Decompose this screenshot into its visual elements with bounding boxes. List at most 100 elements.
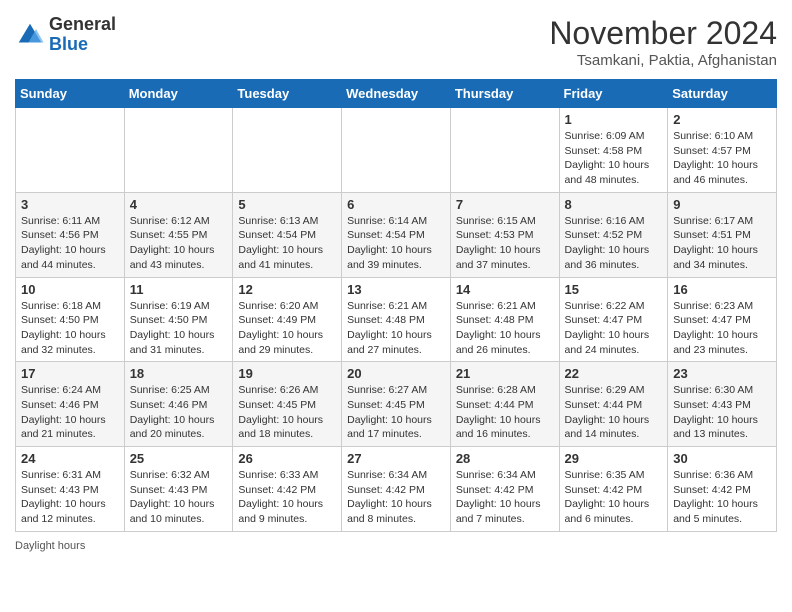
day-info: Sunrise: 6:24 AMSunset: 4:46 PMDaylight:… xyxy=(21,383,119,442)
day-info: Sunrise: 6:13 AMSunset: 4:54 PMDaylight:… xyxy=(238,214,336,273)
calendar-cell: 29 Sunrise: 6:35 AMSunset: 4:42 PMDayligh… xyxy=(559,447,668,532)
day-number: 6 xyxy=(347,197,445,212)
day-info: Sunrise: 6:30 AMSunset: 4:43 PMDaylight:… xyxy=(673,383,771,442)
day-info: Sunrise: 6:34 AMSunset: 4:42 PMDaylight:… xyxy=(456,468,554,527)
calendar-cell: 12 Sunrise: 6:20 AMSunset: 4:49 PMDayligh… xyxy=(233,277,342,362)
day-number: 12 xyxy=(238,282,336,297)
calendar-cell: 23 Sunrise: 6:30 AMSunset: 4:43 PMDayligh… xyxy=(668,362,777,447)
day-number: 27 xyxy=(347,451,445,466)
day-number: 21 xyxy=(456,366,554,381)
calendar-cell: 20 Sunrise: 6:27 AMSunset: 4:45 PMDayligh… xyxy=(342,362,451,447)
day-info: Sunrise: 6:22 AMSunset: 4:47 PMDaylight:… xyxy=(565,299,663,358)
calendar-body: 1 Sunrise: 6:09 AMSunset: 4:58 PMDaylight… xyxy=(16,108,777,532)
day-info: Sunrise: 6:10 AMSunset: 4:57 PMDaylight:… xyxy=(673,129,771,188)
calendar-cell xyxy=(233,108,342,193)
day-info: Sunrise: 6:25 AMSunset: 4:46 PMDaylight:… xyxy=(130,383,228,442)
calendar-week-3: 10 Sunrise: 6:18 AMSunset: 4:50 PMDayligh… xyxy=(16,277,777,362)
day-number: 30 xyxy=(673,451,771,466)
day-number: 10 xyxy=(21,282,119,297)
title-area: November 2024 Tsamkani, Paktia, Afghanis… xyxy=(549,15,777,69)
day-number: 16 xyxy=(673,282,771,297)
calendar-cell: 21 Sunrise: 6:28 AMSunset: 4:44 PMDayligh… xyxy=(450,362,559,447)
calendar-cell: 19Sunrise: 6:26 AMSunset: 4:45 PMDayligh… xyxy=(233,362,342,447)
calendar-cell xyxy=(124,108,233,193)
logo-general: General xyxy=(49,14,116,34)
col-header-sunday: Sunday xyxy=(16,80,125,108)
col-header-friday: Friday xyxy=(559,80,668,108)
day-number: 1 xyxy=(565,112,663,127)
day-info: Sunrise: 6:09 AMSunset: 4:58 PMDaylight:… xyxy=(565,129,663,188)
day-number: 5 xyxy=(238,197,336,212)
calendar-cell: 4 Sunrise: 6:12 AMSunset: 4:55 PMDaylight… xyxy=(124,192,233,277)
calendar-cell xyxy=(342,108,451,193)
day-info: Sunrise: 6:28 AMSunset: 4:44 PMDaylight:… xyxy=(456,383,554,442)
day-info: Sunrise: 6:20 AMSunset: 4:49 PMDaylight:… xyxy=(238,299,336,358)
footer-note: Daylight hours xyxy=(15,540,777,552)
day-number: 7 xyxy=(456,197,554,212)
day-number: 19 xyxy=(238,366,336,381)
calendar-cell: 22 Sunrise: 6:29 AMSunset: 4:44 PMDayligh… xyxy=(559,362,668,447)
day-number: 13 xyxy=(347,282,445,297)
calendar-week-1: 1 Sunrise: 6:09 AMSunset: 4:58 PMDaylight… xyxy=(16,108,777,193)
day-number: 3 xyxy=(21,197,119,212)
day-info: Sunrise: 6:19 AMSunset: 4:50 PMDaylight:… xyxy=(130,299,228,358)
calendar-cell: 16 Sunrise: 6:23 AMSunset: 4:47 PMDayligh… xyxy=(668,277,777,362)
day-number: 26 xyxy=(238,451,336,466)
calendar-cell: 6 Sunrise: 6:14 AMSunset: 4:54 PMDaylight… xyxy=(342,192,451,277)
day-info: Sunrise: 6:17 AMSunset: 4:51 PMDaylight:… xyxy=(673,214,771,273)
day-number: 28 xyxy=(456,451,554,466)
day-info: Sunrise: 6:33 AMSunset: 4:42 PMDaylight:… xyxy=(238,468,336,527)
calendar-cell: 25 Sunrise: 6:32 AMSunset: 4:43 PMDayligh… xyxy=(124,447,233,532)
day-info: Sunrise: 6:23 AMSunset: 4:47 PMDaylight:… xyxy=(673,299,771,358)
col-header-tuesday: Tuesday xyxy=(233,80,342,108)
calendar-cell: 17 Sunrise: 6:24 AMSunset: 4:46 PMDayligh… xyxy=(16,362,125,447)
day-info: Sunrise: 6:16 AMSunset: 4:52 PMDaylight:… xyxy=(565,214,663,273)
day-info: Sunrise: 6:21 AMSunset: 4:48 PMDaylight:… xyxy=(456,299,554,358)
calendar-cell: 8Sunrise: 6:16 AMSunset: 4:52 PMDaylight… xyxy=(559,192,668,277)
calendar-week-2: 3Sunrise: 6:11 AMSunset: 4:56 PMDaylight… xyxy=(16,192,777,277)
calendar-cell: 28 Sunrise: 6:34 AMSunset: 4:42 PMDayligh… xyxy=(450,447,559,532)
calendar-header-row: SundayMondayTuesdayWednesdayThursdayFrid… xyxy=(16,80,777,108)
location-subtitle: Tsamkani, Paktia, Afghanistan xyxy=(549,52,777,69)
day-number: 29 xyxy=(565,451,663,466)
day-info: Sunrise: 6:29 AMSunset: 4:44 PMDaylight:… xyxy=(565,383,663,442)
day-info: Sunrise: 6:35 AMSunset: 4:42 PMDaylight:… xyxy=(565,468,663,527)
day-info: Sunrise: 6:32 AMSunset: 4:43 PMDaylight:… xyxy=(130,468,228,527)
calendar-cell xyxy=(16,108,125,193)
page-header: General Blue November 2024 Tsamkani, Pak… xyxy=(15,15,777,69)
calendar-cell: 30Sunrise: 6:36 AMSunset: 4:42 PMDayligh… xyxy=(668,447,777,532)
day-info: Sunrise: 6:27 AMSunset: 4:45 PMDaylight:… xyxy=(347,383,445,442)
calendar-cell: 13Sunrise: 6:21 AMSunset: 4:48 PMDayligh… xyxy=(342,277,451,362)
day-number: 9 xyxy=(673,197,771,212)
day-number: 24 xyxy=(21,451,119,466)
logo-text: General Blue xyxy=(49,15,116,55)
day-number: 23 xyxy=(673,366,771,381)
day-info: Sunrise: 6:18 AMSunset: 4:50 PMDaylight:… xyxy=(21,299,119,358)
calendar-cell: 5 Sunrise: 6:13 AMSunset: 4:54 PMDaylight… xyxy=(233,192,342,277)
calendar-cell: 3Sunrise: 6:11 AMSunset: 4:56 PMDaylight… xyxy=(16,192,125,277)
calendar-cell: 26 Sunrise: 6:33 AMSunset: 4:42 PMDayligh… xyxy=(233,447,342,532)
col-header-wednesday: Wednesday xyxy=(342,80,451,108)
calendar-cell: 1 Sunrise: 6:09 AMSunset: 4:58 PMDaylight… xyxy=(559,108,668,193)
calendar-cell: 14 Sunrise: 6:21 AMSunset: 4:48 PMDayligh… xyxy=(450,277,559,362)
calendar-cell: 15 Sunrise: 6:22 AMSunset: 4:47 PMDayligh… xyxy=(559,277,668,362)
day-number: 22 xyxy=(565,366,663,381)
calendar-week-4: 17 Sunrise: 6:24 AMSunset: 4:46 PMDayligh… xyxy=(16,362,777,447)
day-number: 11 xyxy=(130,282,228,297)
day-number: 15 xyxy=(565,282,663,297)
calendar-cell: 24Sunrise: 6:31 AMSunset: 4:43 PMDayligh… xyxy=(16,447,125,532)
day-info: Sunrise: 6:12 AMSunset: 4:55 PMDaylight:… xyxy=(130,214,228,273)
day-number: 18 xyxy=(130,366,228,381)
col-header-thursday: Thursday xyxy=(450,80,559,108)
calendar-week-5: 24Sunrise: 6:31 AMSunset: 4:43 PMDayligh… xyxy=(16,447,777,532)
day-number: 4 xyxy=(130,197,228,212)
col-header-saturday: Saturday xyxy=(668,80,777,108)
calendar-cell: 9 Sunrise: 6:17 AMSunset: 4:51 PMDaylight… xyxy=(668,192,777,277)
calendar-cell: 10 Sunrise: 6:18 AMSunset: 4:50 PMDayligh… xyxy=(16,277,125,362)
calendar-table: SundayMondayTuesdayWednesdayThursdayFrid… xyxy=(15,79,777,532)
day-number: 14 xyxy=(456,282,554,297)
day-number: 25 xyxy=(130,451,228,466)
day-number: 20 xyxy=(347,366,445,381)
day-number: 17 xyxy=(21,366,119,381)
day-info: Sunrise: 6:14 AMSunset: 4:54 PMDaylight:… xyxy=(347,214,445,273)
